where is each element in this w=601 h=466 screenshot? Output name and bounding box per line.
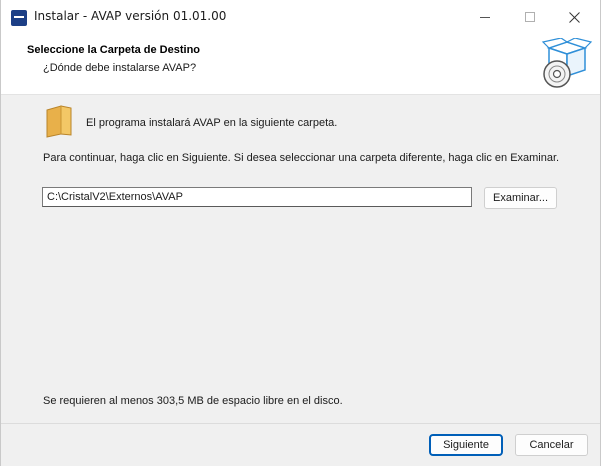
cancel-button[interactable]: Cancelar: [515, 434, 588, 456]
folder-icon: [46, 105, 72, 138]
install-info-text: El programa instalará AVAP en la siguien…: [86, 117, 338, 129]
wizard-header: Seleccione la Carpeta de Destino ¿Dónde …: [1, 34, 600, 95]
browse-button[interactable]: Examinar...: [484, 187, 557, 209]
destination-path-input[interactable]: [42, 187, 472, 207]
window-title: Instalar - AVAP versión 01.01.00: [34, 9, 227, 23]
disk-space-text: Se requieren al menos 303,5 MB de espaci…: [43, 395, 343, 407]
close-icon[interactable]: [551, 0, 597, 34]
install-box-disc-icon: [541, 38, 593, 88]
footer-divider: [1, 423, 600, 424]
title-bar[interactable]: Instalar - AVAP versión 01.01.00: [1, 0, 600, 34]
next-button[interactable]: Siguiente: [429, 434, 503, 456]
installer-window: Instalar - AVAP versión 01.01.00 Selecci…: [0, 0, 601, 466]
minimize-icon[interactable]: [462, 0, 508, 34]
instructions-text: Para continuar, haga clic en Siguiente. …: [43, 152, 560, 164]
page-title: Seleccione la Carpeta de Destino: [27, 44, 201, 56]
app-icon: [11, 10, 27, 26]
maximize-icon[interactable]: [507, 0, 553, 34]
page-subtitle: ¿Dónde debe instalarse AVAP?: [43, 62, 197, 74]
